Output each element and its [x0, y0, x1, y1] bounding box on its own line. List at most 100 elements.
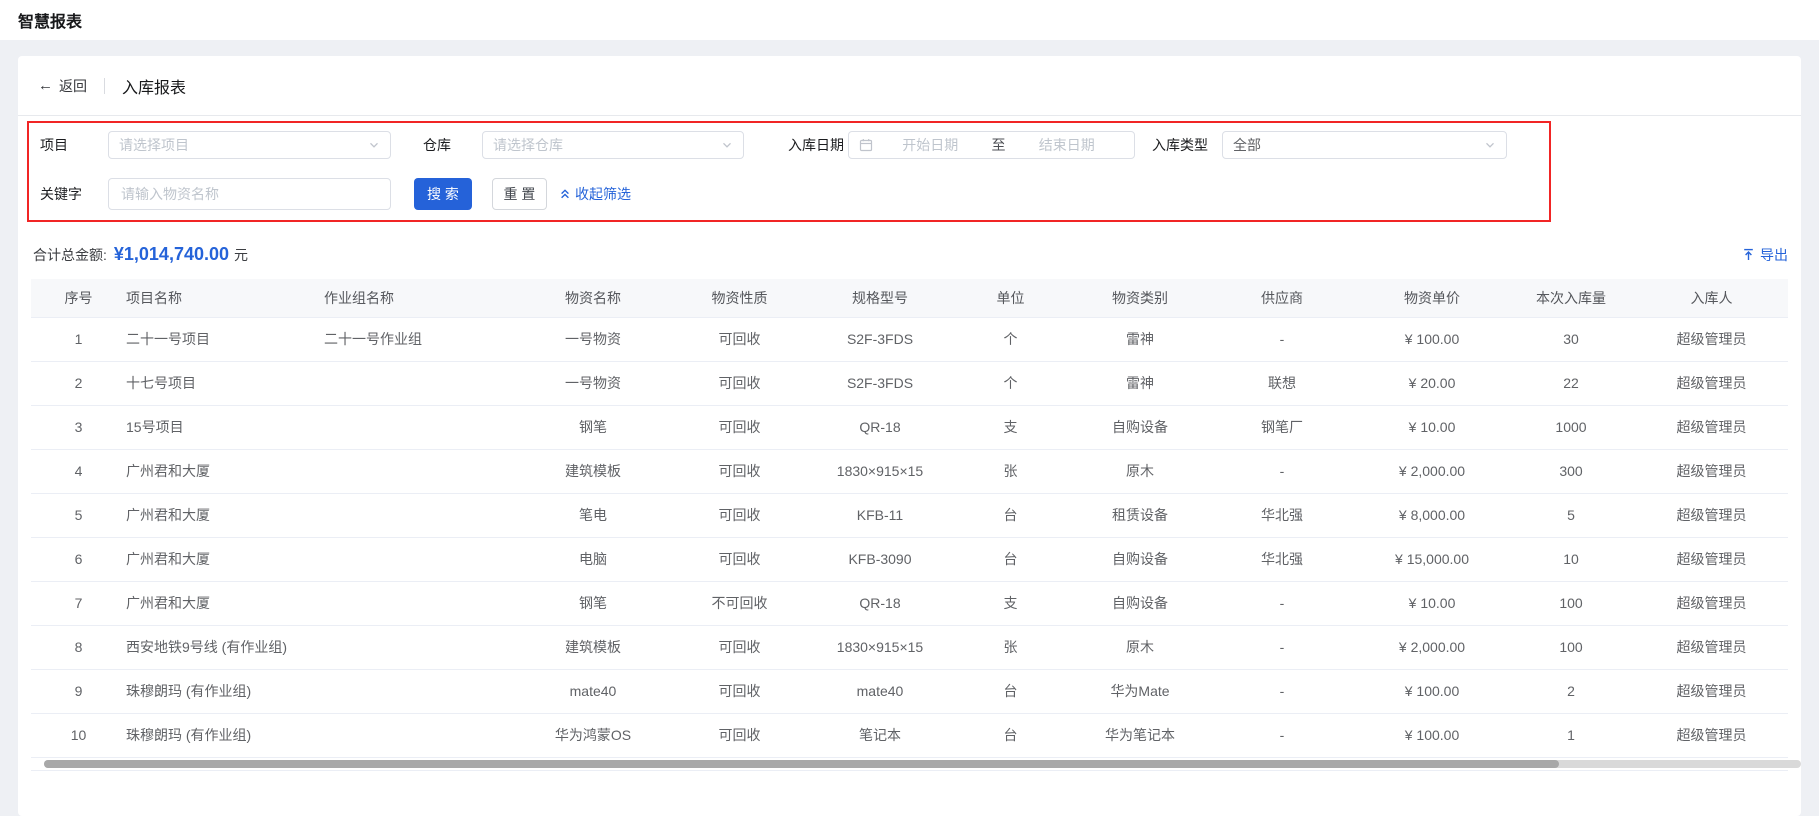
table-row: 3 15号项目 钢笔 可回收 QR-18 支自购设备 钢笔厂 ¥ 10.00 1000 超级管理员	[31, 405, 1788, 450]
warehouse-label: 仓库	[423, 137, 451, 153]
filter-row-1: 项目 请选择项目 仓库 请选择仓库 入库日期 开始日期 至 结束日期 入库类型 …	[40, 131, 1549, 159]
start-date-placeholder[interactable]: 开始日期	[873, 135, 988, 155]
warehouse-select[interactable]: 请选择仓库	[482, 131, 744, 159]
table-cell: 超级管理员	[1635, 449, 1788, 494]
col-header: 物资性质	[667, 279, 812, 318]
table-cell: 300	[1507, 449, 1635, 494]
horizontal-scrollbar[interactable]	[44, 759, 1801, 768]
table-cell: 张	[948, 449, 1073, 494]
table-cell: 台	[948, 713, 1073, 758]
table-cell: 华北强	[1207, 537, 1357, 582]
table-row: 2 十七号项目 一号物资 可回收 S2F-3FDS 个雷神 联想 ¥ 20.00 22 超级管理员	[31, 361, 1788, 406]
table-cell	[324, 625, 519, 670]
inbound-type-value: 全部	[1233, 137, 1261, 153]
table-cell: 二十一号作业组	[324, 317, 519, 362]
report-table: 序号 项目名称 作业组名称 物资名称 物资性质 规格型号 单位 物资类别 供应商…	[31, 279, 1801, 771]
back-button[interactable]: ← 返回	[38, 76, 87, 96]
collapse-filter-link[interactable]: 收起筛选	[559, 184, 631, 204]
table-cell: 支	[948, 405, 1073, 450]
table-cell: 西安地铁9号线 (有作业组)	[126, 625, 324, 670]
table-cell: 10	[31, 713, 126, 758]
table-cell: 超级管理员	[1635, 669, 1788, 714]
table-cell: 可回收	[667, 669, 812, 714]
card-header: ← 返回 入库报表	[18, 56, 1801, 116]
keyword-input[interactable]	[108, 178, 391, 210]
export-button[interactable]: 导出	[1742, 245, 1788, 265]
table-cell: 超级管理员	[1635, 361, 1788, 406]
calendar-icon	[859, 139, 873, 152]
col-header: 物资名称	[519, 279, 667, 318]
table-cell: 广州君和大厦	[126, 581, 324, 626]
table-cell: 1830×915×15	[812, 625, 948, 670]
table-cell: 原木	[1073, 449, 1207, 494]
table-cell: 超级管理员	[1635, 405, 1788, 450]
table-cell: 笔记本	[812, 713, 948, 758]
table-cell	[324, 493, 519, 538]
table-cell: 华北强	[1207, 493, 1357, 538]
table-row: 5 广州君和大厦 笔电 可回收 KFB-11 台租赁设备 华北强 ¥ 8,000.00 5 超级管…	[31, 493, 1788, 538]
table-cell: ¥ 10.00	[1357, 405, 1507, 450]
table-cell: 可回收	[667, 361, 812, 406]
project-select[interactable]: 请选择项目	[108, 131, 391, 159]
report-card: ← 返回 入库报表 项目 请选择项目 仓库 请选择仓库 入库日期 开始日期 至 …	[18, 56, 1801, 816]
table-cell: -	[1207, 317, 1357, 362]
table-cell: 2	[1507, 669, 1635, 714]
page-title: 入库报表	[122, 79, 187, 97]
table-cell: 雷神	[1073, 317, 1207, 362]
total-amount: 合计总金额: ¥1,014,740.00 元	[33, 244, 248, 265]
col-header: 物资类别	[1073, 279, 1207, 318]
table-cell: ¥ 20.00	[1357, 361, 1507, 406]
table-cell	[324, 581, 519, 626]
table-cell: 广州君和大厦	[126, 449, 324, 494]
project-select-placeholder: 请选择项目	[119, 137, 189, 153]
table-cell: 6	[31, 537, 126, 582]
date-range-picker[interactable]: 开始日期 至 结束日期	[848, 131, 1135, 159]
date-label: 入库日期	[788, 137, 844, 153]
inbound-type-select[interactable]: 全部	[1222, 131, 1507, 159]
table-cell: 超级管理员	[1635, 713, 1788, 758]
table-cell: 4	[31, 449, 126, 494]
table-cell: 超级管理员	[1635, 537, 1788, 582]
col-header: 单位	[948, 279, 1073, 318]
table-cell: -	[1207, 449, 1357, 494]
table-cell	[324, 361, 519, 406]
table-cell: -	[1207, 581, 1357, 626]
col-header: 规格型号	[812, 279, 948, 318]
table-row: 8 西安地铁9号线 (有作业组) 建筑模板 可回收 1830×915×15 张原木 - ¥ 2…	[31, 625, 1788, 670]
reset-button[interactable]: 重 置	[492, 178, 547, 210]
table-cell: 原木	[1073, 625, 1207, 670]
table-cell: 30	[1507, 317, 1635, 362]
table-cell: mate40	[812, 669, 948, 714]
table-cell: KFB-11	[812, 493, 948, 538]
table-cell: ¥ 100.00	[1357, 713, 1507, 758]
end-date-placeholder[interactable]: 结束日期	[1010, 135, 1125, 155]
horizontal-scrollbar-thumb[interactable]	[44, 759, 1559, 768]
table-cell	[324, 405, 519, 450]
table-cell: 超级管理员	[1635, 493, 1788, 538]
table-cell: 华为鸿蒙OS	[519, 713, 667, 758]
table-cell: S2F-3FDS	[812, 317, 948, 362]
table-cell: 3	[31, 405, 126, 450]
table-cell: QR-18	[812, 405, 948, 450]
search-button[interactable]: 搜 索	[414, 178, 472, 210]
table-row: 10 珠穆朗玛 (有作业组) 华为鸿蒙OS 可回收 笔记本台华为笔记本 - ¥ 100.00…	[31, 713, 1788, 758]
table-cell: ¥ 8,000.00	[1357, 493, 1507, 538]
table-cell: ¥ 2,000.00	[1357, 625, 1507, 670]
table-cell: 支	[948, 581, 1073, 626]
table-cell: 5	[31, 493, 126, 538]
table-cell: 可回收	[667, 449, 812, 494]
table-cell: 一号物资	[519, 317, 667, 362]
table-cell: 台	[948, 537, 1073, 582]
filter-panel-highlight: 项目 请选择项目 仓库 请选择仓库 入库日期 开始日期 至 结束日期 入库类型 …	[27, 121, 1551, 222]
table-cell: KFB-3090	[812, 537, 948, 582]
double-chevron-up-icon	[561, 189, 569, 199]
table-cell: 8	[31, 625, 126, 670]
date-separator: 至	[991, 137, 1006, 153]
table-cell: 广州君和大厦	[126, 493, 324, 538]
table-cell: 二十一号项目	[126, 317, 324, 362]
table-cell: -	[1207, 625, 1357, 670]
table-cell: 建筑模板	[519, 449, 667, 494]
chevron-down-icon	[1486, 142, 1494, 148]
table-cell: 不可回收	[667, 581, 812, 626]
summary-bar: 合计总金额: ¥1,014,740.00 元 导出	[33, 244, 1788, 265]
